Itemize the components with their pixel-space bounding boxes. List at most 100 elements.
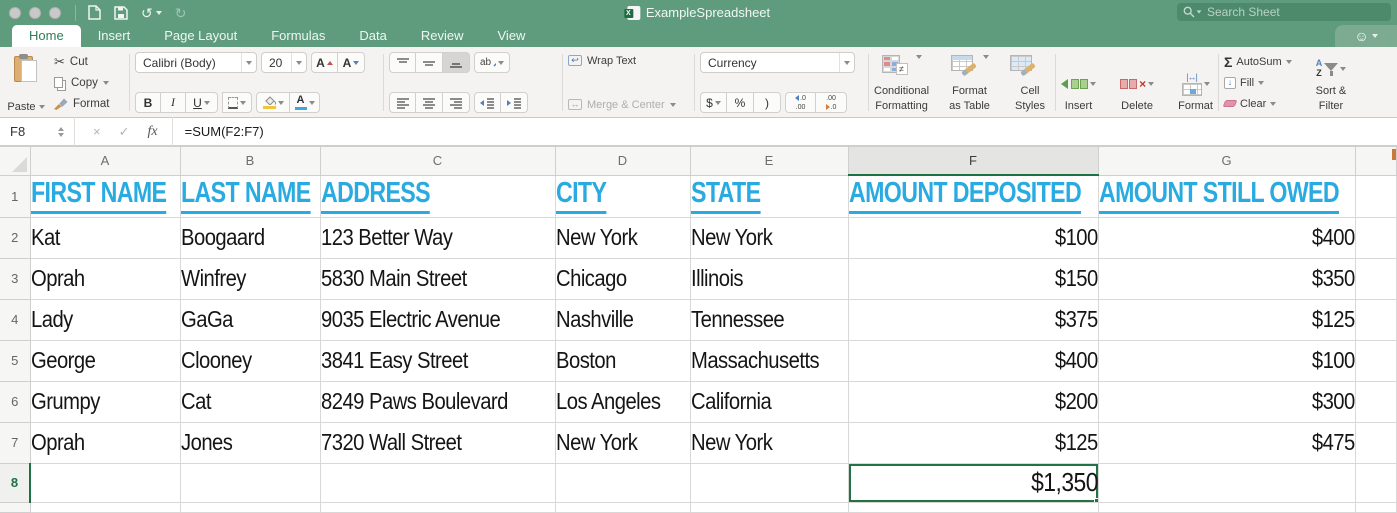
confirm-entry-button[interactable]: ✓ (119, 124, 130, 140)
chevron-down-icon[interactable] (1090, 82, 1096, 87)
cell-E8[interactable] (690, 463, 849, 503)
row-header-6[interactable]: 6 (0, 381, 31, 423)
cell-G5[interactable]: $100 (1098, 340, 1356, 382)
chevron-down-icon[interactable] (669, 102, 676, 107)
cell-G4[interactable]: $125 (1098, 299, 1356, 341)
chevron-down-icon[interactable] (38, 105, 45, 109)
grow-font-button[interactable]: A (311, 52, 338, 73)
cell-G9[interactable] (1098, 502, 1356, 513)
cell-C4[interactable]: 9035 Electric Avenue (320, 299, 556, 341)
cancel-entry-button[interactable]: × (93, 124, 101, 139)
cell-G8[interactable] (1098, 463, 1356, 503)
cell-C7[interactable]: 7320 Wall Street (320, 422, 556, 464)
cell-H9[interactable] (1355, 502, 1397, 513)
chevron-down-icon[interactable] (1340, 67, 1347, 72)
cell-H7[interactable] (1355, 422, 1397, 464)
cell-B9[interactable] (180, 502, 321, 513)
chevron-down-icon[interactable] (915, 55, 922, 60)
save-button[interactable] (114, 5, 128, 20)
name-box-stepper[interactable] (58, 126, 64, 137)
cell-A9[interactable] (30, 502, 181, 513)
cell-E4[interactable]: Tennessee (690, 299, 849, 341)
select-all-button[interactable] (0, 147, 31, 176)
cell-C8[interactable] (320, 463, 556, 503)
cell-D4[interactable]: Nashville (555, 299, 691, 341)
cell-B3[interactable]: Winfrey (180, 258, 321, 300)
cell-B1[interactable]: LAST NAME (180, 175, 321, 218)
chevron-down-icon[interactable] (155, 10, 162, 15)
number-format-select[interactable]: Currency (700, 52, 855, 73)
insert-cells-button[interactable]: Insert (1061, 52, 1096, 113)
feedback-button[interactable]: ☺ (1335, 25, 1397, 47)
redo-button[interactable]: ↻ (175, 6, 187, 20)
align-left-button[interactable] (389, 92, 416, 113)
row-header-1[interactable]: 1 (0, 175, 31, 218)
fill-handle[interactable] (1093, 497, 1097, 501)
autosum-button[interactable]: Σ AutoSum (1224, 53, 1292, 70)
cell-F4[interactable]: $375 (848, 299, 1099, 341)
column-header-G[interactable]: G (1098, 147, 1356, 176)
column-header-D[interactable]: D (555, 147, 691, 176)
cell-F9[interactable] (848, 502, 1099, 513)
column-header-A[interactable]: A (30, 147, 181, 176)
chevron-down-icon[interactable] (1270, 101, 1277, 106)
paste-button[interactable]: Paste (3, 52, 49, 113)
cell-G7[interactable]: $475 (1098, 422, 1356, 464)
cell-C2[interactable]: 123 Better Way (320, 217, 556, 259)
increase-indent-button[interactable] (501, 92, 528, 113)
comma-format-button[interactable]: ) (754, 92, 781, 113)
chevron-down-icon[interactable] (1196, 10, 1202, 14)
column-header-C[interactable]: C (320, 147, 556, 176)
text-orientation-button[interactable]: ab (474, 52, 510, 73)
cell-B6[interactable]: Cat (180, 381, 321, 423)
cell-E7[interactable]: New York (690, 422, 849, 464)
cell-A8[interactable] (30, 463, 181, 503)
cell-G3[interactable]: $350 (1098, 258, 1356, 300)
cell-C6[interactable]: 8249 Paws Boulevard (320, 381, 556, 423)
cell-E9[interactable] (690, 502, 849, 513)
copy-button[interactable]: Copy (54, 74, 109, 91)
cell-H2[interactable] (1355, 217, 1397, 259)
tab-insert[interactable]: Insert (81, 25, 148, 47)
align-center-button[interactable] (416, 92, 443, 113)
cell-A6[interactable]: Grumpy (30, 381, 181, 423)
cell-D3[interactable]: Chicago (555, 258, 691, 300)
cell-B2[interactable]: Boogaard (180, 217, 321, 259)
cut-button[interactable]: ✂ Cut (54, 53, 109, 70)
cell-B8[interactable] (180, 463, 321, 503)
cell-D7[interactable]: New York (555, 422, 691, 464)
currency-format-button[interactable]: $ (700, 92, 727, 113)
chevron-down-icon[interactable] (498, 60, 504, 65)
cell-A4[interactable]: Lady (30, 299, 181, 341)
fill-color-button[interactable] (256, 92, 290, 113)
name-box[interactable]: F8 (0, 124, 58, 139)
cell-G6[interactable]: $300 (1098, 381, 1356, 423)
search-input[interactable] (1202, 5, 1391, 19)
cell-F2[interactable]: $100 (848, 217, 1099, 259)
search-box[interactable] (1177, 3, 1391, 21)
tab-home[interactable]: Home (12, 25, 81, 47)
formula-input[interactable]: =SUM(F2:F7) (185, 124, 264, 139)
chevron-down-icon[interactable] (203, 100, 210, 105)
font-size-select[interactable]: 20 (261, 52, 307, 73)
format-cells-button[interactable]: |↔| Format (1178, 52, 1213, 113)
chevron-down-icon[interactable] (308, 100, 315, 105)
merge-center-button[interactable]: ↔ Merge & Center (568, 96, 689, 113)
increase-decimal-button[interactable]: .0.00 (785, 92, 816, 113)
cell-F6[interactable]: $200 (848, 381, 1099, 423)
cell-H1[interactable] (1355, 175, 1397, 218)
cell-F8-selected[interactable]: $1,350 (848, 463, 1099, 503)
cell-F7[interactable]: $125 (848, 422, 1099, 464)
font-color-button[interactable]: A (290, 92, 320, 113)
align-middle-button[interactable] (416, 52, 443, 73)
chevron-down-icon[interactable] (102, 80, 109, 85)
row-header-4[interactable]: 4 (0, 299, 31, 341)
row-header-7[interactable]: 7 (0, 422, 31, 464)
format-painter-button[interactable]: Format (54, 95, 109, 112)
row-header-3[interactable]: 3 (0, 258, 31, 300)
borders-button[interactable] (222, 92, 252, 113)
tab-page-layout[interactable]: Page Layout (147, 25, 254, 47)
cell-G2[interactable]: $400 (1098, 217, 1356, 259)
cell-E3[interactable]: Illinois (690, 258, 849, 300)
cell-A7[interactable]: Oprah (30, 422, 181, 464)
